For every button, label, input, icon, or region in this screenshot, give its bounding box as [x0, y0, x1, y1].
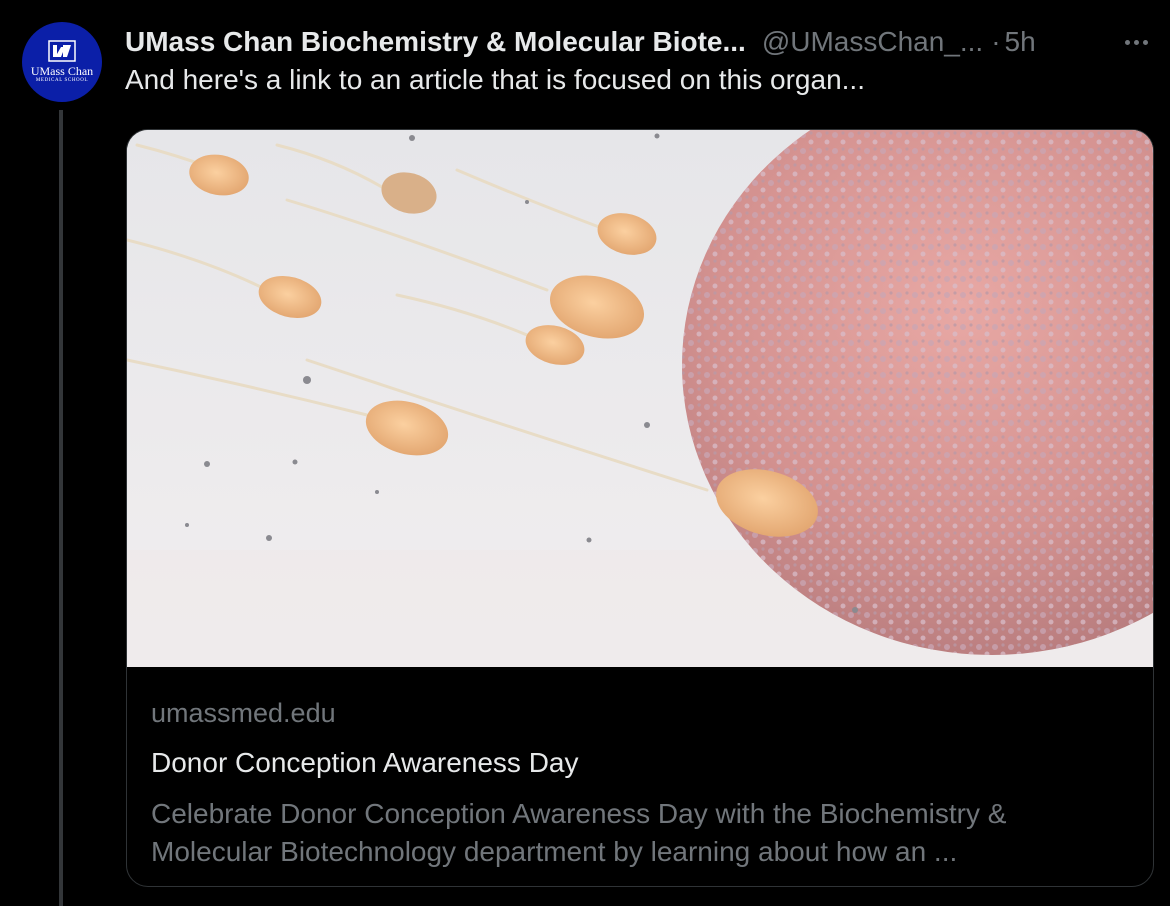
- sperm-egg-illustration: [127, 130, 1153, 667]
- card-image[interactable]: [127, 130, 1153, 667]
- separator-dot: ·: [991, 26, 1001, 57]
- author-handle[interactable]: @UMassChan_...: [762, 26, 983, 58]
- tweet-timestamp[interactable]: 5h: [1005, 26, 1036, 58]
- card-meta: umassmed.edu Donor Conception Awareness …: [151, 698, 1129, 871]
- tweet-header: UMass Chan Biochemistry & Molecular Biot…: [125, 22, 1150, 62]
- tweet-text: And here's a link to an article that is …: [125, 64, 865, 95]
- author-name[interactable]: UMass Chan Biochemistry & Molecular Biot…: [125, 26, 746, 58]
- more-horizontal-icon: [1125, 39, 1130, 45]
- card-domain: umassmed.edu: [151, 698, 336, 728]
- link-card[interactable]: umassmed.edu Donor Conception Awareness …: [126, 129, 1154, 887]
- card-description: Celebrate Donor Conception Awareness Day…: [151, 798, 1007, 867]
- more-options-button[interactable]: [1125, 22, 1148, 62]
- thread-line: [59, 110, 63, 906]
- avatar-logo-text: UMass Chan: [30, 64, 94, 78]
- avatar-logo-subtext: MEDICAL SCHOOL: [35, 78, 89, 83]
- card-title: Donor Conception Awareness Day: [151, 747, 579, 778]
- umass-logo-icon: [48, 40, 76, 62]
- avatar[interactable]: UMass Chan MEDICAL SCHOOL: [22, 22, 102, 102]
